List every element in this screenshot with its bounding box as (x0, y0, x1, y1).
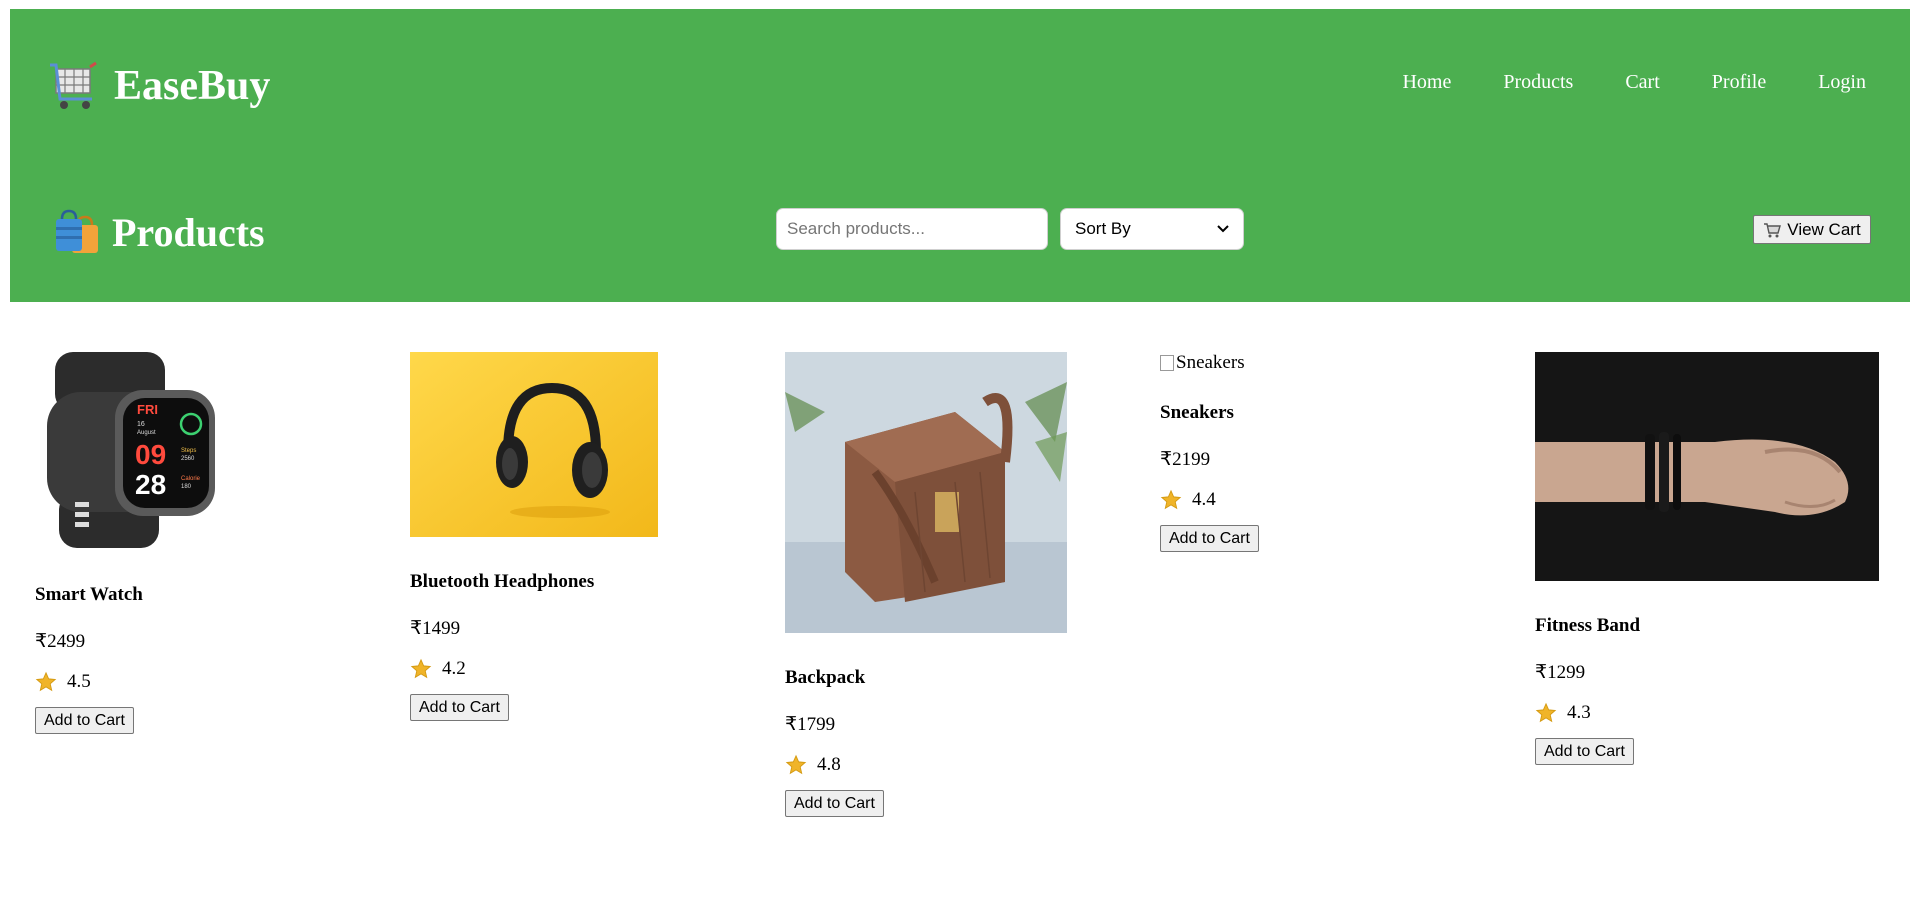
view-cart-button[interactable]: View Cart (1753, 215, 1871, 244)
broken-image-placeholder: Sneakers (1160, 352, 1460, 374)
main-nav: Home Products Cart Profile Login (1350, 66, 1866, 98)
cart-icon (1764, 222, 1782, 237)
star-icon (410, 658, 432, 679)
chevron-down-icon (1217, 225, 1229, 233)
star-icon (35, 671, 57, 692)
product-card-bluetooth-headphones: Bluetooth Headphones ₹1499 4.2 Add to Ca… (410, 352, 710, 721)
product-rating: 4.5 (35, 671, 335, 693)
add-to-cart-button[interactable]: Add to Cart (785, 790, 884, 817)
svg-text:2560: 2560 (181, 456, 195, 462)
product-card-sneakers: Sneakers Sneakers ₹2199 4.4 Add to Cart (1160, 352, 1460, 552)
page-heading: Products (54, 206, 265, 258)
svg-text:16: 16 (137, 421, 145, 428)
product-price: ₹1299 (1535, 662, 1586, 683)
svg-text:180: 180 (181, 484, 192, 490)
product-name: Fitness Band (1535, 615, 1641, 636)
add-to-cart-button[interactable]: Add to Cart (1160, 525, 1259, 552)
product-card-fitness-band: Fitness Band ₹1299 4.3 Add to Cart (1535, 352, 1895, 765)
shopping-bags-icon (56, 209, 98, 253)
sort-select[interactable]: Sort By (1060, 208, 1244, 250)
product-rating: 4.4 (1160, 489, 1460, 511)
nav-home[interactable]: Home (1402, 66, 1451, 98)
product-card-backpack: Backpack ₹1799 4.8 Add to Cart (785, 352, 1085, 817)
product-name: Backpack (785, 667, 866, 688)
star-icon (1160, 489, 1182, 510)
svg-text:Steps: Steps (181, 448, 196, 454)
product-price: ₹2499 (35, 631, 86, 652)
product-name: Bluetooth Headphones (410, 571, 595, 592)
rating-value: 4.2 (442, 658, 466, 679)
star-icon (785, 754, 807, 775)
view-cart-label: View Cart (1787, 219, 1861, 239)
product-card-smart-watch: FRI 16 August 09 28 Steps 2560 Calorie 1… (35, 352, 335, 734)
svg-text:09: 09 (135, 439, 166, 470)
fitness-band-image (1535, 352, 1879, 581)
product-price: ₹1799 (785, 714, 836, 735)
rating-value: 4.4 (1192, 489, 1216, 510)
nav-products[interactable]: Products (1503, 66, 1573, 98)
image-alt-text: Sneakers (1176, 352, 1245, 373)
broken-image-icon (1160, 355, 1174, 371)
shopping-cart-icon (50, 61, 97, 109)
product-rating: 4.3 (1535, 702, 1895, 724)
product-rating: 4.8 (785, 754, 1085, 776)
svg-text:FRI: FRI (137, 402, 158, 417)
rating-value: 4.3 (1567, 702, 1591, 723)
product-name: Smart Watch (35, 584, 143, 605)
svg-text:Calorie: Calorie (181, 476, 201, 482)
rating-value: 4.5 (67, 671, 91, 692)
headphones-image (410, 352, 658, 537)
backpack-image (785, 352, 1067, 633)
nav-profile[interactable]: Profile (1712, 66, 1766, 98)
svg-text:August: August (137, 430, 156, 436)
product-price: ₹2199 (1160, 449, 1211, 470)
smart-watch-image: FRI 16 August 09 28 Steps 2560 Calorie 1… (47, 352, 215, 548)
nav-cart[interactable]: Cart (1625, 66, 1659, 98)
sort-selected-label: Sort By (1075, 219, 1131, 238)
header-band (10, 9, 1910, 302)
page-title: Products (112, 209, 265, 255)
search-input[interactable] (776, 208, 1048, 250)
add-to-cart-button[interactable]: Add to Cart (1535, 738, 1634, 765)
add-to-cart-button[interactable]: Add to Cart (35, 707, 134, 734)
brand-title: EaseBuy (114, 63, 271, 109)
nav-login[interactable]: Login (1818, 66, 1866, 98)
product-rating: 4.2 (410, 658, 710, 680)
brand[interactable]: EaseBuy (48, 58, 270, 114)
svg-text:28: 28 (135, 469, 166, 500)
product-name: Sneakers (1160, 402, 1234, 423)
product-price: ₹1499 (410, 618, 461, 639)
add-to-cart-button[interactable]: Add to Cart (410, 694, 509, 721)
star-icon (1535, 702, 1557, 723)
rating-value: 4.8 (817, 754, 841, 775)
